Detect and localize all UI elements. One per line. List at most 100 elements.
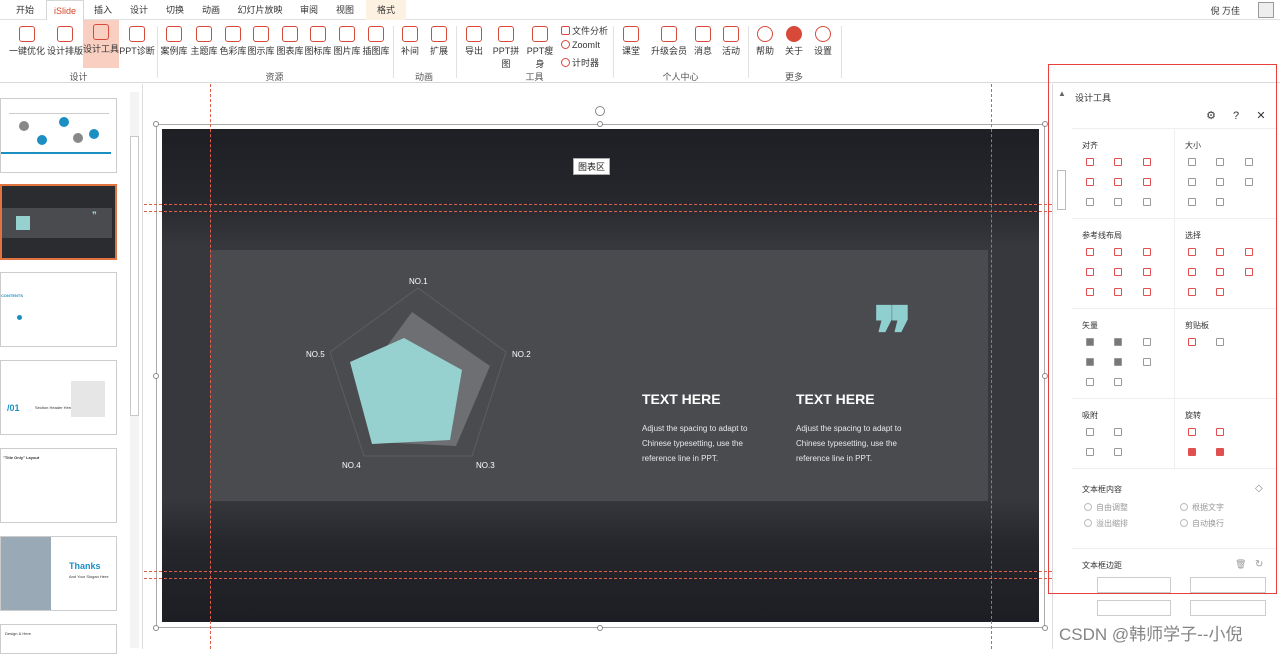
resize-handle[interactable]	[597, 625, 603, 631]
tween-button[interactable]: 补间	[396, 22, 424, 72]
same-size-icon[interactable]	[1245, 158, 1253, 166]
resize-handle[interactable]	[153, 121, 159, 127]
distribute-vertical-icon[interactable]	[1114, 198, 1122, 206]
select-similar-icon[interactable]	[1216, 248, 1224, 256]
one-click-optimize-button[interactable]: 一键优化	[8, 22, 46, 72]
tab-transitions[interactable]: 切换	[160, 0, 190, 20]
tab-format[interactable]: 格式	[366, 0, 406, 20]
chart-library-button[interactable]: 图表库	[275, 22, 305, 72]
about-button[interactable]: 关于	[781, 22, 807, 72]
slide-thumbnail-current[interactable]: ❞	[0, 184, 117, 260]
resize-handle[interactable]	[1042, 625, 1048, 631]
guide-fill-icon[interactable]	[1143, 288, 1151, 296]
select-top-icon[interactable]	[1188, 268, 1196, 276]
tab-insert[interactable]: 插入	[89, 0, 117, 20]
rotate-handle-icon[interactable]	[595, 106, 605, 116]
guide-line[interactable]	[144, 571, 1052, 572]
guide-top-icon[interactable]	[1086, 268, 1094, 276]
slide-thumbnail[interactable]: /01 Section Header Here	[0, 360, 117, 435]
flip-horizontal-icon[interactable]	[1216, 448, 1224, 456]
snap-bottom-icon[interactable]	[1114, 448, 1122, 456]
option-auto-adjust[interactable]: 自由调整	[1084, 502, 1128, 513]
slide-thumbnail[interactable]: Thanks And Your Slogan Here	[0, 536, 117, 611]
same-height-icon[interactable]	[1216, 158, 1224, 166]
vector-fragment-icon[interactable]	[1143, 338, 1151, 346]
align-top-icon[interactable]	[1086, 178, 1094, 186]
vector-outline-icon[interactable]	[1114, 378, 1122, 386]
resize-handle[interactable]	[153, 373, 159, 379]
gear-icon[interactable]: ⚙	[1205, 110, 1217, 122]
align-bottom-icon[interactable]	[1143, 178, 1151, 186]
distribute-even-icon[interactable]	[1143, 198, 1151, 206]
align-center-icon[interactable]	[1114, 158, 1122, 166]
vector-subtract-icon[interactable]	[1114, 358, 1122, 366]
size-fit-icon[interactable]	[1245, 178, 1253, 186]
resize-handle[interactable]	[153, 625, 159, 631]
tab-slideshow[interactable]: 幻灯片放映	[232, 0, 288, 20]
guide-right-icon[interactable]	[1143, 248, 1151, 256]
same-width-icon[interactable]	[1188, 158, 1196, 166]
user-name[interactable]: 倪 万佳	[1210, 4, 1240, 17]
slide-thumbnail[interactable]: CONTENTS	[0, 272, 117, 347]
guide-line[interactable]	[144, 204, 1052, 205]
guide-middle-icon[interactable]	[1114, 268, 1122, 276]
size-top-icon[interactable]	[1188, 198, 1196, 206]
option-fit-text[interactable]: 根据文字	[1180, 502, 1224, 513]
help-icon[interactable]: ?	[1230, 110, 1242, 122]
resize-handle[interactable]	[597, 121, 603, 127]
option-word-wrap[interactable]: 自动换行	[1180, 518, 1224, 529]
margin-right-input[interactable]	[1190, 577, 1266, 593]
guide-fill-height-icon[interactable]	[1114, 288, 1122, 296]
paste-icon[interactable]	[1216, 338, 1224, 346]
snap-top-icon[interactable]	[1086, 448, 1094, 456]
select-cursor-icon[interactable]	[1245, 268, 1253, 276]
size-left-icon[interactable]	[1188, 178, 1196, 186]
layout-button[interactable]: 设计排版	[46, 22, 84, 72]
guide-line[interactable]	[991, 84, 992, 649]
ppt-diagnose-button[interactable]: PPT诊断	[119, 22, 155, 72]
align-middle-icon[interactable]	[1114, 178, 1122, 186]
extend-button[interactable]: 扩展	[425, 22, 453, 72]
vector-combine-icon[interactable]	[1114, 338, 1122, 346]
snap-right-icon[interactable]	[1114, 428, 1122, 436]
tab-islide[interactable]: iSlide	[46, 0, 84, 20]
file-analysis-button[interactable]: 文件分析	[561, 24, 608, 37]
align-right-icon[interactable]	[1143, 158, 1151, 166]
messages-button[interactable]: 消息	[690, 22, 716, 72]
guide-line[interactable]	[210, 84, 211, 649]
classroom-button[interactable]: 课堂	[617, 22, 645, 72]
collapse-up-icon[interactable]: ▲	[1058, 89, 1066, 98]
upgrade-member-button[interactable]: 升级会员	[649, 22, 689, 72]
eraser-icon[interactable]: ◇	[1255, 483, 1263, 494]
guide-bottom-icon[interactable]	[1143, 268, 1151, 276]
rotate-left-icon[interactable]	[1188, 428, 1196, 436]
zoomit-button[interactable]: ZoomIt	[561, 40, 600, 50]
distribute-horizontal-icon[interactable]	[1086, 198, 1094, 206]
slide-thumbnail[interactable]: "Title Only" Layout	[0, 448, 117, 523]
select-middle-icon[interactable]	[1216, 268, 1224, 276]
export-button[interactable]: 导出	[460, 22, 488, 72]
ppt-slim-button[interactable]: PPT瘦身	[523, 22, 557, 72]
user-avatar-icon[interactable]	[1258, 2, 1274, 18]
tab-animations[interactable]: 动画	[196, 0, 226, 20]
vector-text-icon[interactable]	[1086, 378, 1094, 386]
tab-view[interactable]: 视图	[330, 0, 360, 20]
select-line-icon[interactable]	[1216, 288, 1224, 296]
theme-library-button[interactable]: 主题库	[189, 22, 219, 72]
diagram-library-button[interactable]: 图示库	[246, 22, 276, 72]
copy-icon[interactable]	[1188, 338, 1196, 346]
slide-thumbnail[interactable]	[0, 98, 117, 173]
size-right-icon[interactable]	[1216, 178, 1224, 186]
guide-fill-width-icon[interactable]	[1086, 288, 1094, 296]
ppt-puzzle-button[interactable]: PPT拼图	[489, 22, 523, 72]
select-check-icon[interactable]	[1245, 248, 1253, 256]
chart-selection-box[interactable]	[156, 124, 1045, 628]
flip-vertical-icon[interactable]	[1188, 448, 1196, 456]
snap-left-icon[interactable]	[1086, 428, 1094, 436]
vector-intersect-icon[interactable]	[1086, 358, 1094, 366]
icon-library-button[interactable]: 图标库	[303, 22, 333, 72]
slide-thumbnail[interactable]: Design & Here	[0, 624, 117, 654]
select-same-icon[interactable]	[1188, 248, 1196, 256]
rotate-right-icon[interactable]	[1216, 428, 1224, 436]
guide-line[interactable]	[144, 211, 1052, 212]
